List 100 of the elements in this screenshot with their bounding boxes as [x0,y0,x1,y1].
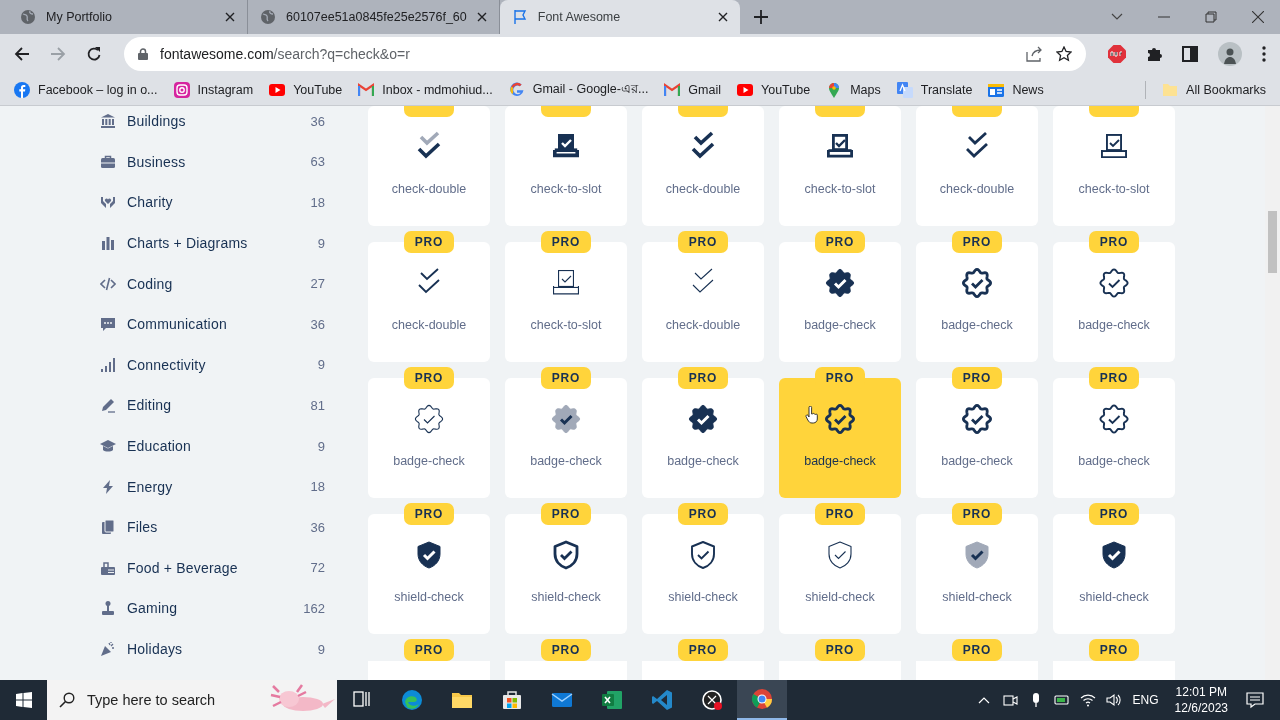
icon-name: check-double [391,182,467,196]
bookmark[interactable]: Facebook – log in o... [14,81,158,98]
notification-icon[interactable] [1246,691,1264,709]
pro-badge: PRO [815,639,865,661]
lock-icon [138,48,148,60]
edge-icon [400,688,424,712]
category-link[interactable]: Energy 18 [100,466,325,507]
hands-heart-icon [100,194,116,211]
flag-icon [511,9,528,25]
bookmark[interactable]: Maps [826,81,881,98]
search-box[interactable]: Type here to search [47,680,337,720]
category-link[interactable]: Charts + Diagrams 9 [100,222,325,264]
clock-date[interactable]: 12/6/2023 [1174,700,1228,716]
bookmark[interactable]: YouTube [269,81,343,98]
pro-badge: PRO [1089,639,1139,661]
reload-icon[interactable] [86,46,102,62]
bookmarks-folder[interactable]: All Bookmarks [1162,81,1266,98]
pro-badge: PRO [541,639,591,661]
icon-name: shield-check [1079,590,1149,604]
icon-card[interactable]: check-to-slot [1053,106,1175,226]
bookmark[interactable]: Instagram [173,81,254,98]
category-link[interactable]: Holidays 9 [100,628,325,670]
category-link[interactable]: Business 63 [100,141,325,183]
star-icon[interactable] [1056,46,1072,62]
icon-name: shield-check [942,590,1012,604]
close-icon[interactable] [717,12,728,22]
category-link[interactable]: Files 36 [100,506,325,548]
browser-tab[interactable]: 60107ee51a0845fe25e2576f_60 [248,0,500,34]
side-panel-icon[interactable] [1182,46,1198,62]
bookmark[interactable]: Translate [896,81,973,98]
back-icon[interactable] [14,46,30,62]
scrollbar-thumb[interactable] [1268,211,1277,273]
globe-icon [20,9,36,25]
bookmark[interactable]: YouTube [737,81,811,98]
address-bar[interactable]: fontawesome.com/search?q=check&o=r [124,37,1086,71]
category-link[interactable]: Connectivity 9 [100,344,325,386]
puzzle-icon[interactable] [1146,46,1162,62]
windows-icon[interactable] [16,692,32,708]
badge-check-icon [824,267,856,299]
more-icon[interactable] [1262,46,1266,62]
icon-name: badge-check [530,454,602,468]
g-letter-icon [508,81,525,98]
icon-name: badge-check [1078,318,1150,332]
browser-tab[interactable]: Font Awesome [499,0,740,34]
pro-badge: PRO [678,639,728,661]
pro-badge: PRO [1089,367,1139,389]
wifi-icon[interactable] [1079,692,1096,708]
bookmark[interactable]: Gmail - Google-এর... [508,79,649,100]
new-tab-icon[interactable] [753,10,768,24]
language-indicator[interactable]: ENG [1132,693,1159,707]
category-link[interactable]: Buildings 36 [100,106,325,142]
bookmark[interactable]: Inbox - mdmohiud... [358,81,493,98]
facebook-icon [14,81,30,98]
mail-icon [358,81,375,98]
bookmark[interactable]: Gmail [664,81,721,98]
lunchbox-icon [100,559,116,576]
dropdown-icon[interactable] [1111,13,1123,21]
category-link[interactable]: Gaming 162 [100,588,325,629]
category-link[interactable]: Food + Beverage 72 [100,547,325,589]
tab-title: 60107ee51a0845fe25e2576f_60 [286,10,467,24]
clock-time[interactable]: 12:01 PM [1175,684,1227,700]
scrollbar[interactable] [1265,106,1280,680]
icon-name: badge-check [393,454,465,468]
pro-badge: PRO [952,639,1002,661]
pro-badge: PRO [541,231,591,253]
icon-card[interactable]: check-double [916,106,1038,226]
share-icon[interactable] [1026,46,1044,62]
icon-card[interactable]: check-to-slot [779,106,901,226]
mail-icon [664,81,681,98]
pro-badge: PRO [404,231,454,253]
category-link[interactable]: Communication 36 [100,303,325,345]
bookmark[interactable]: News [988,81,1044,98]
stop-sign-icon[interactable] [1108,45,1126,63]
url-text: fontawesome.com/search?q=check&o=r [160,46,410,62]
meet-icon[interactable] [1001,692,1018,708]
category-link[interactable]: Education 9 [100,425,325,467]
play-icon [269,81,286,98]
chrome-icon [750,687,774,711]
search-input[interactable]: Type here to search [85,691,229,709]
close-icon[interactable] [1252,11,1264,23]
category-link[interactable]: Charity 18 [100,182,325,223]
pro-badge: PRO [678,231,728,253]
speaker-icon[interactable] [1105,692,1122,708]
avatar-icon[interactable] [1218,42,1242,66]
close-icon[interactable] [225,12,235,22]
icon-card[interactable]: check-to-slot [505,106,627,226]
restore-icon[interactable] [1205,11,1217,23]
taskbar-app[interactable] [737,680,787,720]
browser-tab[interactable]: My Portfolio [8,0,248,34]
store-icon [500,688,524,712]
category-link[interactable]: Editing 81 [100,385,325,426]
category-link[interactable]: Coding 27 [100,263,325,304]
battery-icon[interactable] [1053,692,1070,708]
badge-check-icon [961,267,993,299]
badge-check-icon [1098,403,1130,435]
pro-badge: PRO [1089,503,1139,525]
icon-card[interactable]: check-double [642,106,764,226]
icon-name: shield-check [668,590,738,604]
icon-card[interactable]: check-double [368,106,490,226]
close-icon[interactable] [476,12,487,22]
